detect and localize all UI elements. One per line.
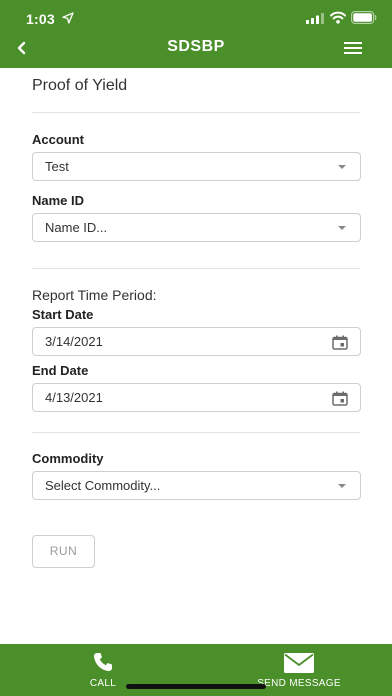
name-id-label: Name ID (32, 193, 85, 208)
divider (32, 112, 360, 113)
status-time: 1:03 (26, 11, 55, 27)
app: 1:03 SDSBP Proof of Yield Account Test N… (0, 0, 392, 696)
page-title: Proof of Yield (32, 77, 128, 94)
account-select[interactable]: Test (32, 152, 361, 181)
phone-icon (94, 653, 112, 671)
end-date-label: End Date (32, 363, 89, 378)
chevron-down-icon (338, 484, 346, 488)
divider (32, 432, 360, 433)
chevron-down-icon (338, 165, 346, 169)
envelope-icon (284, 653, 314, 673)
wifi-icon (330, 11, 346, 24)
run-button[interactable]: RUN (32, 535, 95, 568)
signal-icon (306, 13, 324, 24)
hamburger-menu-icon[interactable] (342, 40, 364, 56)
name-id-select[interactable]: Name ID... (32, 213, 361, 242)
commodity-select[interactable]: Select Commodity... (32, 471, 361, 500)
commodity-placeholder: Select Commodity... (45, 478, 161, 493)
app-header: 1:03 SDSBP (0, 0, 392, 68)
name-id-placeholder: Name ID... (45, 220, 108, 235)
calendar-icon[interactable] (332, 391, 348, 406)
app-title: SDSBP (167, 38, 225, 55)
battery-icon (351, 11, 377, 24)
end-date-value: 4/13/2021 (45, 390, 103, 405)
start-date-value: 3/14/2021 (45, 334, 103, 349)
end-date-input[interactable]: 4/13/2021 (32, 383, 361, 412)
status-bar: 1:03 (0, 0, 392, 36)
divider (32, 268, 360, 269)
account-value: Test (45, 159, 69, 174)
start-date-label: Start Date (32, 307, 94, 322)
chevron-down-icon (338, 226, 346, 230)
home-indicator[interactable] (126, 684, 266, 689)
start-date-input[interactable]: 3/14/2021 (32, 327, 361, 356)
account-label: Account (32, 132, 84, 147)
commodity-label: Commodity (32, 451, 104, 466)
report-period-label: Report Time Period: (32, 287, 157, 303)
calendar-icon[interactable] (332, 335, 348, 350)
location-arrow-icon (62, 12, 74, 24)
